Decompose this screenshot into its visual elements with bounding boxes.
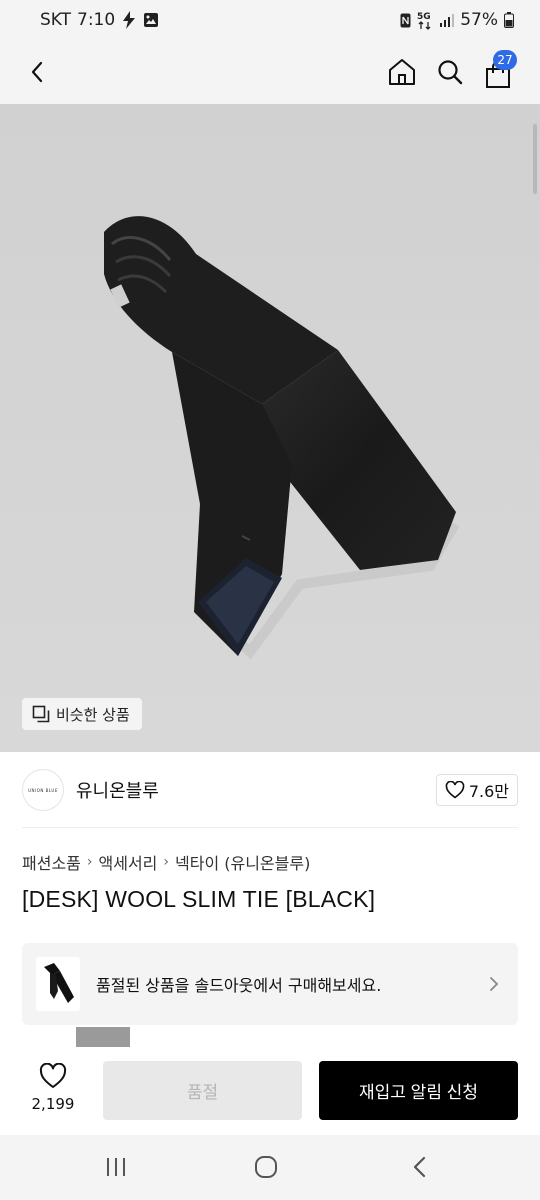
soldout-button[interactable]: 품절 (103, 1061, 302, 1120)
product-title: [DESK] WOOL SLIM TIE [BLACK] (22, 886, 376, 912)
image-scroll-indicator (533, 124, 537, 194)
chevron-right-icon: › (163, 854, 169, 870)
soldout-banner[interactable]: 품절된 상품을 솔드아웃에서 구매해보세요. (22, 943, 518, 1025)
necktie-thumbnail (44, 963, 74, 1003)
search-icon (438, 60, 463, 85)
status-right: 5G 57% (400, 10, 514, 30)
chevron-right-icon: › (86, 854, 93, 870)
recent-apps-button[interactable] (94, 1149, 138, 1185)
signal-bars-icon (439, 13, 455, 28)
brand-like-button[interactable]: 7.6만 (435, 774, 518, 806)
carrier-label: SKT (40, 10, 72, 30)
copy-stack-icon (32, 705, 50, 723)
wishlist-button[interactable]: 2,199 (22, 1063, 84, 1113)
breadcrumb-item[interactable]: 넥타이 (유니온블루) (175, 850, 310, 874)
system-home-button[interactable] (244, 1149, 288, 1185)
brand-name[interactable]: 유니온블루 (76, 777, 159, 803)
network-5g-icon: 5G (417, 10, 433, 30)
brand-row: UNION BLUE 유니온블루 7.6만 (22, 766, 518, 814)
soldout-banner-text: 품절된 상품을 솔드아웃에서 구매해보세요. (96, 976, 382, 995)
gallery-notification-icon (143, 12, 159, 28)
chevron-right-icon (488, 975, 500, 993)
status-left: SKT 7:10 (40, 10, 159, 30)
nfc-icon (400, 13, 411, 28)
recent-apps-icon (107, 1158, 125, 1176)
brand-logo[interactable]: UNION BLUE (22, 769, 64, 811)
necktie-photo (0, 104, 540, 752)
back-arrow-icon (413, 1156, 426, 1178)
brand-like-count: 7.6만 (468, 782, 509, 801)
top-app-bar: 27 (0, 40, 540, 104)
similar-products-label: 비슷한 상품 (56, 705, 130, 724)
breadcrumb-item[interactable]: 패션소품 (22, 850, 81, 874)
cart-button[interactable]: 27 (476, 50, 520, 94)
back-button[interactable] (16, 50, 60, 94)
search-button[interactable] (428, 50, 472, 94)
wishlist-count: 2,199 (31, 1095, 75, 1113)
heart-icon (445, 781, 465, 799)
charging-bolt-icon (121, 11, 137, 29)
restock-alert-button[interactable]: 재입고 알림 신청 (319, 1061, 518, 1120)
home-icon (389, 59, 415, 85)
breadcrumb-item[interactable]: 액세서리 (99, 850, 158, 874)
divider (22, 827, 518, 828)
purchase-bar: 2,199 품절 재입고 알림 신청 (0, 1047, 540, 1135)
cart-count-badge: 27 (493, 50, 517, 70)
breadcrumb: 패션소품 › 액세서리 › 넥타이 (유니온블루) (22, 850, 310, 874)
home-circle-icon (255, 1156, 277, 1178)
heart-icon (39, 1063, 67, 1088)
svg-text:5G: 5G (417, 12, 431, 22)
product-image[interactable]: 비슷한 상품 (0, 104, 540, 752)
system-back-button[interactable] (398, 1149, 442, 1185)
brand-logo-text: UNION BLUE (28, 787, 58, 793)
home-button[interactable] (380, 50, 424, 94)
battery-icon (504, 12, 514, 28)
clock: 7:10 (77, 10, 116, 30)
status-bar: SKT 7:10 5G 57% (0, 0, 540, 40)
similar-products-button[interactable]: 비슷한 상품 (22, 698, 142, 730)
system-nav-bar (0, 1135, 540, 1200)
banner-thumbnail (36, 957, 80, 1011)
detail-tab-peek (76, 1027, 130, 1047)
chevron-left-icon (31, 61, 43, 83)
battery-percent: 57% (460, 10, 498, 30)
